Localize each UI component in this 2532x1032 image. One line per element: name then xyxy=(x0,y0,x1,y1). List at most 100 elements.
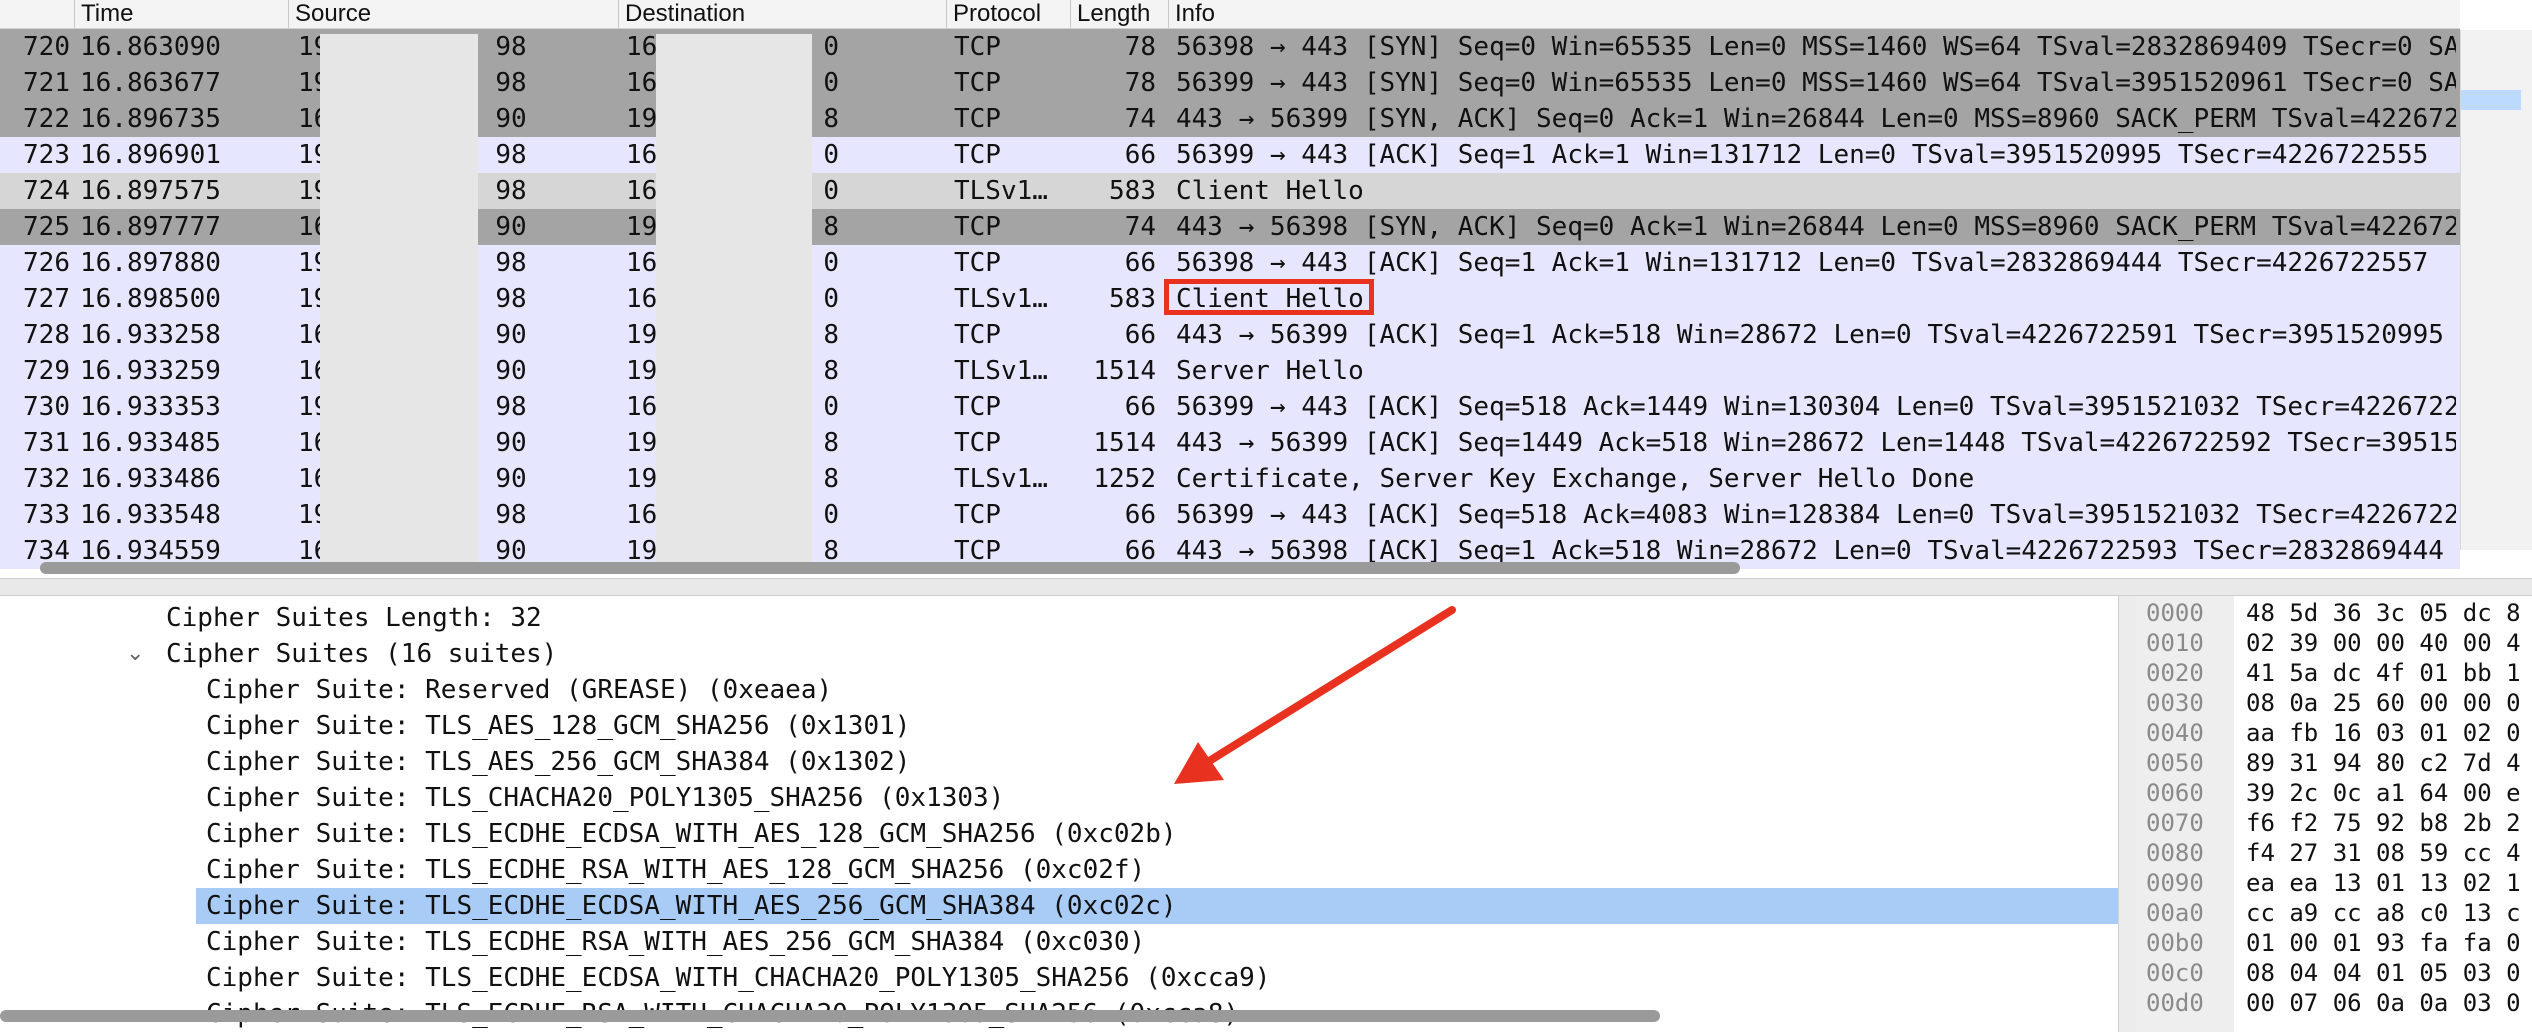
packet-number: 732 xyxy=(23,464,70,494)
cipher-suite-label: Cipher Suite: TLS_CHACHA20_POLY1305_SHA2… xyxy=(206,783,1005,813)
packet-time: 16.863677 xyxy=(80,68,221,98)
cipher-suite-row[interactable]: Cipher Suite: TLS_ECDHE_ECDSA_WITH_CHACH… xyxy=(0,960,2118,996)
column-protocol[interactable]: Protocol xyxy=(946,0,1070,28)
cipher-suite-label: Cipher Suite: TLS_AES_256_GCM_SHA384 (0x… xyxy=(206,747,911,777)
destination-suffix: 8 xyxy=(823,212,839,242)
cipher-suite-row[interactable]: Cipher Suite: TLS_CHACHA20_POLY1305_SHA2… xyxy=(0,780,2118,816)
byte-hex: 01 00 01 93 fa fa 0 xyxy=(2246,929,2521,957)
packet-info: Certificate, Server Key Exchange, Server… xyxy=(1176,464,1975,494)
packet-list-scroll-thumb[interactable] xyxy=(2461,90,2521,110)
cipher-suite-row-selected[interactable]: Cipher Suite: TLS_ECDHE_ECDSA_WITH_AES_2… xyxy=(196,888,2118,924)
redaction-source xyxy=(320,34,478,564)
byte-offset: 0050 xyxy=(2146,749,2204,777)
destination-prefix: 16 xyxy=(626,176,658,206)
byte-offset: 0060 xyxy=(2146,779,2204,807)
column-info[interactable]: Info xyxy=(1168,0,2460,28)
details-bytes-divider[interactable] xyxy=(2118,596,2136,1032)
chevron-down-icon[interactable]: ⌄ xyxy=(126,636,144,672)
details-horizontal-scrollbar[interactable] xyxy=(0,1010,1660,1022)
byte-offset: 0020 xyxy=(2146,659,2204,687)
packet-length: 78 xyxy=(1124,32,1156,62)
packet-protocol: TLSv1… xyxy=(954,356,1048,386)
packet-protocol: TCP xyxy=(954,212,1001,242)
packet-protocol: TLSv1… xyxy=(954,464,1048,494)
column-length[interactable]: Length xyxy=(1070,0,1168,28)
byte-offset: 0090 xyxy=(2146,869,2204,897)
cipher-suites-tree-node[interactable]: ⌄ Cipher Suites (16 suites) xyxy=(0,636,2118,672)
byte-offset: 0070 xyxy=(2146,809,2204,837)
destination-suffix: 8 xyxy=(823,428,839,458)
column-no[interactable] xyxy=(0,0,74,28)
cipher-suite-row[interactable]: Cipher Suite: TLS_AES_256_GCM_SHA384 (0x… xyxy=(0,744,2118,780)
packet-time: 16.933353 xyxy=(80,392,221,422)
cipher-suite-row[interactable]: Cipher Suite: TLS_ECDHE_ECDSA_WITH_AES_1… xyxy=(0,816,2118,852)
source-suffix: 98 xyxy=(495,248,527,278)
column-time[interactable]: Time xyxy=(74,0,288,28)
destination-prefix: 19 xyxy=(626,464,658,494)
destination-prefix: 16 xyxy=(626,392,658,422)
packet-info: 56399 → 443 [SYN] Seq=0 Win=65535 Len=0 … xyxy=(1176,68,2456,98)
packet-protocol: TLSv1… xyxy=(954,176,1048,206)
cipher-suite-row[interactable]: Cipher Suite: TLS_AES_128_GCM_SHA256 (0x… xyxy=(0,708,2118,744)
cipher-suite-label: Cipher Suite: TLS_ECDHE_ECDSA_WITH_CHACH… xyxy=(206,963,1271,993)
cipher-suite-row[interactable]: Cipher Suite: Reserved (GREASE) (0xeaea) xyxy=(0,672,2118,708)
byte-hex: f6 f2 75 92 b8 2b 2 xyxy=(2246,809,2521,837)
packet-length: 583 xyxy=(1109,284,1156,314)
source-suffix: 98 xyxy=(495,284,527,314)
byte-offset: 0040 xyxy=(2146,719,2204,747)
byte-offset: 0010 xyxy=(2146,629,2204,657)
source-suffix: 90 xyxy=(495,356,527,386)
packet-time: 16.898500 xyxy=(80,284,221,314)
packet-number: 731 xyxy=(23,428,70,458)
packet-details-pane[interactable]: Cipher Suites Length: 32 ⌄ Cipher Suites… xyxy=(0,596,2118,1032)
byte-hex: cc a9 cc a8 c0 13 c xyxy=(2246,899,2521,927)
byte-hex: aa fb 16 03 01 02 0 xyxy=(2246,719,2521,747)
byte-offset: 00d0 xyxy=(2146,989,2204,1017)
destination-prefix: 16 xyxy=(626,284,658,314)
packet-length: 583 xyxy=(1109,176,1156,206)
packet-list[interactable]: Time Source Destination Protocol Length … xyxy=(0,0,2532,578)
byte-offset: 00b0 xyxy=(2146,929,2204,957)
destination-suffix: 0 xyxy=(823,392,839,422)
packet-bytes-pane[interactable]: 0000 48 5d 36 3c 05 dc 8 0010 02 39 00 00 4… xyxy=(2136,596,2532,1032)
packet-info: 56399 → 443 [ACK] Seq=1 Ack=1 Win=131712… xyxy=(1176,140,2429,170)
packet-number: 722 xyxy=(23,104,70,134)
byte-hex: ea ea 13 01 13 02 1 xyxy=(2246,869,2521,897)
destination-suffix: 0 xyxy=(823,140,839,170)
cipher-suite-row[interactable]: Cipher Suite: TLS_ECDHE_RSA_WITH_AES_128… xyxy=(0,852,2118,888)
destination-prefix: 16 xyxy=(626,68,658,98)
source-suffix: 98 xyxy=(495,500,527,530)
packet-length: 66 xyxy=(1124,500,1156,530)
cipher-suite-row[interactable]: Cipher Suite: TLS_ECDHE_RSA_WITH_AES_256… xyxy=(0,924,2118,960)
column-destination[interactable]: Destination xyxy=(618,0,946,28)
destination-suffix: 8 xyxy=(823,464,839,494)
packet-info: 443 → 56398 [SYN, ACK] Seq=0 Ack=1 Win=2… xyxy=(1176,212,2456,242)
packet-time: 16.897575 xyxy=(80,176,221,206)
byte-hex: 00 07 06 0a 0a 03 0 xyxy=(2246,989,2521,1017)
packet-length: 66 xyxy=(1124,248,1156,278)
packet-list-horizontal-scrollbar[interactable] xyxy=(40,562,1740,574)
cipher-suite-label: Cipher Suite: Reserved (GREASE) (0xeaea) xyxy=(206,675,833,705)
destination-prefix: 16 xyxy=(626,32,658,62)
packet-protocol: TCP xyxy=(954,500,1001,530)
packet-protocol: TCP xyxy=(954,32,1001,62)
byte-offset: 0080 xyxy=(2146,839,2204,867)
packet-length: 74 xyxy=(1124,104,1156,134)
byte-hex: 48 5d 36 3c 05 dc 8 xyxy=(2246,599,2521,627)
destination-prefix: 16 xyxy=(626,248,658,278)
packet-protocol: TCP xyxy=(954,320,1001,350)
packet-number: 723 xyxy=(23,140,70,170)
packet-list-vertical-scrollbar[interactable] xyxy=(2460,30,2532,550)
cipher-suites-length-row[interactable]: Cipher Suites Length: 32 xyxy=(0,600,2118,636)
packet-time: 16.933486 xyxy=(80,464,221,494)
byte-hex: 41 5a dc 4f 01 bb 1 xyxy=(2246,659,2521,687)
packet-time: 16.896901 xyxy=(80,140,221,170)
cipher-suite-label: Cipher Suite: TLS_ECDHE_RSA_WITH_AES_256… xyxy=(206,927,1146,957)
byte-offset: 00c0 xyxy=(2146,959,2204,987)
pane-splitter[interactable] xyxy=(0,578,2532,596)
packet-info: 443 → 56399 [SYN, ACK] Seq=0 Ack=1 Win=2… xyxy=(1176,104,2456,134)
column-source[interactable]: Source xyxy=(288,0,618,28)
packet-number: 730 xyxy=(23,392,70,422)
packet-time: 16.863090 xyxy=(80,32,221,62)
source-suffix: 98 xyxy=(495,32,527,62)
